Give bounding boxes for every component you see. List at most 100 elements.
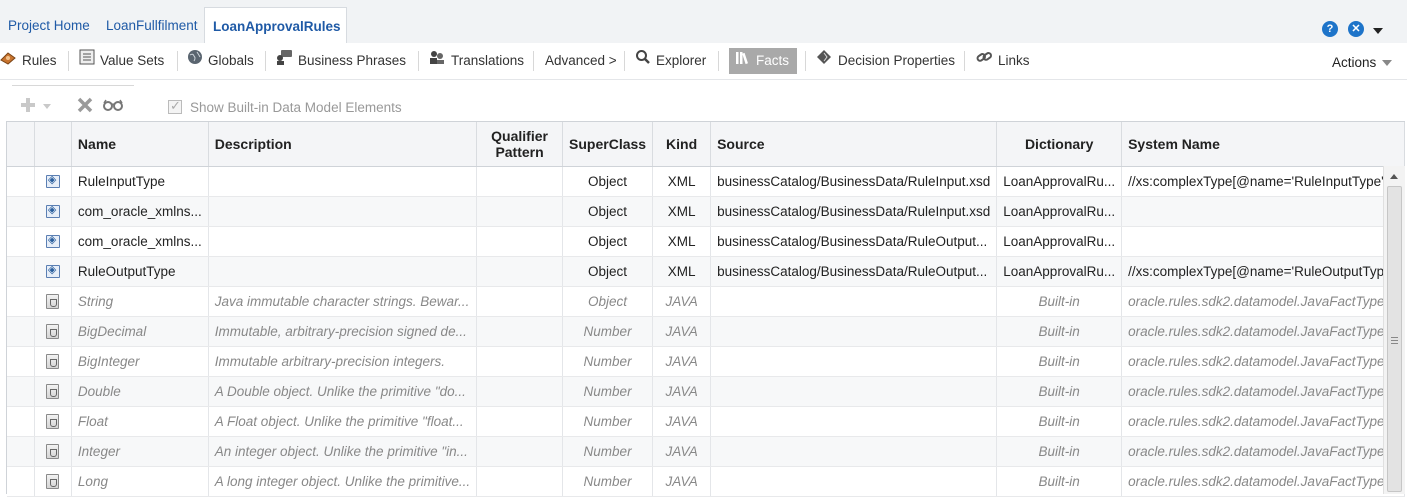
cell-qualifier[interactable]	[476, 376, 564, 407]
tab-project-home[interactable]: Project Home	[0, 7, 98, 43]
column-header-kind[interactable]: Kind	[652, 122, 712, 167]
add-icon[interactable]	[20, 97, 38, 116]
cell-system-name[interactable]: //xs:complexType[@name='RuleInputType']	[1121, 166, 1405, 197]
delete-icon[interactable]	[77, 97, 93, 116]
cell-kind[interactable]: XML	[652, 196, 712, 227]
help-icon[interactable]: ?	[1322, 21, 1338, 37]
cell-description[interactable]: A Double object. Unlike the primitive "d…	[208, 376, 478, 407]
cell-kind[interactable]: JAVA	[652, 376, 712, 407]
actions-menu[interactable]: Actions	[1332, 55, 1393, 70]
business-phrases-button[interactable]: Business Phrases	[275, 48, 406, 74]
cell-name[interactable]: com_oracle_xmlns...	[71, 226, 209, 257]
checkbox-checked-icon[interactable]	[168, 98, 182, 114]
cell-dictionary[interactable]: Built-in	[996, 286, 1123, 317]
table-row[interactable]: RuleOutputType Object XML businessCatalo…	[7, 256, 1405, 287]
cell-description[interactable]	[208, 196, 478, 227]
cell-name[interactable]: Double	[71, 376, 209, 407]
cell-system-name[interactable]: oracle.rules.sdk2.datamodel.JavaFactType	[1121, 466, 1405, 497]
cell-dictionary[interactable]: Built-in	[996, 316, 1123, 347]
table-row[interactable]: RuleInputType Object XML businessCatalog…	[7, 166, 1405, 197]
cell-source[interactable]	[710, 406, 998, 437]
cell-dictionary[interactable]: Built-in	[996, 436, 1123, 467]
cell-system-name[interactable]: oracle.rules.sdk2.datamodel.JavaFactType	[1121, 406, 1405, 437]
cell-dictionary[interactable]: Built-in	[996, 406, 1123, 437]
cell-dictionary[interactable]: LoanApprovalRu...	[996, 166, 1123, 197]
cell-name[interactable]: String	[71, 286, 209, 317]
cell-description[interactable]: A long integer object. Unlike the primit…	[208, 466, 478, 497]
translations-button[interactable]: Translations	[428, 48, 524, 74]
add-dropdown-chevron-icon[interactable]	[43, 104, 51, 109]
cell-description[interactable]: Java immutable character strings. Bewar.…	[208, 286, 478, 317]
glasses-icon[interactable]	[103, 99, 123, 114]
cell-kind[interactable]: JAVA	[652, 286, 712, 317]
cell-qualifier[interactable]	[476, 466, 564, 497]
cell-system-name[interactable]: oracle.rules.sdk2.datamodel.JavaFactType	[1121, 286, 1405, 317]
rules-button[interactable]: Rules	[0, 48, 57, 74]
cell-source[interactable]: businessCatalog/BusinessData/RuleOutput.…	[710, 226, 998, 257]
cell-qualifier[interactable]	[476, 286, 564, 317]
cell-description[interactable]: An integer object. Unlike the primitive …	[208, 436, 478, 467]
explorer-button[interactable]: Explorer	[635, 48, 706, 74]
cell-source[interactable]	[710, 436, 998, 467]
close-icon[interactable]: ✕	[1348, 21, 1364, 37]
cell-name[interactable]: RuleInputType	[71, 166, 209, 197]
cell-system-name[interactable]	[1121, 226, 1405, 257]
globals-button[interactable]: Globals	[187, 48, 254, 74]
cell-qualifier[interactable]	[476, 256, 564, 287]
cell-kind[interactable]: XML	[652, 226, 712, 257]
table-row[interactable]: Integer An integer object. Unlike the pr…	[7, 436, 1405, 467]
cell-name[interactable]: BigInteger	[71, 346, 209, 377]
cell-dictionary[interactable]: LoanApprovalRu...	[996, 196, 1123, 227]
cell-source[interactable]	[710, 466, 998, 497]
cell-name[interactable]: RuleOutputType	[71, 256, 209, 287]
cell-system-name[interactable]: oracle.rules.sdk2.datamodel.JavaFactType	[1121, 346, 1405, 377]
cell-kind[interactable]: JAVA	[652, 316, 712, 347]
cell-superclass[interactable]: Object	[562, 256, 654, 287]
links-button[interactable]: Links	[975, 48, 1030, 74]
column-header-source[interactable]: Source	[710, 122, 998, 167]
scrollbar-thumb[interactable]	[1387, 186, 1402, 492]
table-row[interactable]: com_oracle_xmlns... Object XML businessC…	[7, 226, 1405, 257]
cell-description[interactable]: Immutable, arbitrary-precision signed de…	[208, 316, 478, 347]
table-row[interactable]: Long A long integer object. Unlike the p…	[7, 466, 1405, 497]
cell-dictionary[interactable]: LoanApprovalRu...	[996, 256, 1123, 287]
cell-description[interactable]	[208, 226, 478, 257]
cell-system-name[interactable]: oracle.rules.sdk2.datamodel.JavaFactType	[1121, 376, 1405, 407]
advanced-button[interactable]: Advanced >	[545, 48, 617, 74]
tab-loan-fullfilment[interactable]: LoanFullfilment	[98, 7, 206, 43]
cell-source[interactable]	[710, 376, 998, 407]
cell-source[interactable]: businessCatalog/BusinessData/RuleInput.x…	[710, 166, 998, 197]
cell-qualifier[interactable]	[476, 346, 564, 377]
cell-superclass[interactable]: Object	[562, 196, 654, 227]
cell-superclass[interactable]: Object	[562, 166, 654, 197]
cell-description[interactable]: A Float object. Unlike the primitive "fl…	[208, 406, 478, 437]
cell-superclass[interactable]: Number	[562, 406, 654, 437]
cell-dictionary[interactable]: Built-in	[996, 376, 1123, 407]
cell-name[interactable]: com_oracle_xmlns...	[71, 196, 209, 227]
cell-kind[interactable]: JAVA	[652, 436, 712, 467]
cell-superclass[interactable]: Number	[562, 376, 654, 407]
scroll-up-arrow-icon[interactable]	[1390, 174, 1398, 179]
cell-superclass[interactable]: Number	[562, 346, 654, 377]
cell-system-name[interactable]: oracle.rules.sdk2.datamodel.JavaFactType	[1121, 436, 1405, 467]
chevron-down-icon[interactable]	[1373, 28, 1383, 34]
facts-button[interactable]: Facts	[729, 48, 798, 74]
decision-properties-button[interactable]: Decision Properties	[816, 48, 955, 74]
table-row[interactable]: Double A Double object. Unlike the primi…	[7, 376, 1405, 407]
cell-source[interactable]	[710, 286, 998, 317]
value-sets-button[interactable]: Value Sets	[79, 48, 164, 74]
cell-name[interactable]: Long	[71, 466, 209, 497]
column-header-system-name[interactable]: System Name	[1121, 122, 1405, 167]
cell-superclass[interactable]: Number	[562, 436, 654, 467]
cell-qualifier[interactable]	[476, 166, 564, 197]
cell-superclass[interactable]: Object	[562, 226, 654, 257]
table-row[interactable]: BigInteger Immutable arbitrary-precision…	[7, 346, 1405, 377]
table-row[interactable]: com_oracle_xmlns... Object XML businessC…	[7, 196, 1405, 227]
cell-qualifier[interactable]	[476, 226, 564, 257]
cell-kind[interactable]: JAVA	[652, 346, 712, 377]
cell-superclass[interactable]: Number	[562, 466, 654, 497]
column-header-superclass[interactable]: SuperClass	[562, 122, 654, 167]
cell-kind[interactable]: JAVA	[652, 466, 712, 497]
cell-kind[interactable]: XML	[652, 166, 712, 197]
tab-loan-approval-rules[interactable]: LoanApprovalRules	[204, 7, 347, 43]
